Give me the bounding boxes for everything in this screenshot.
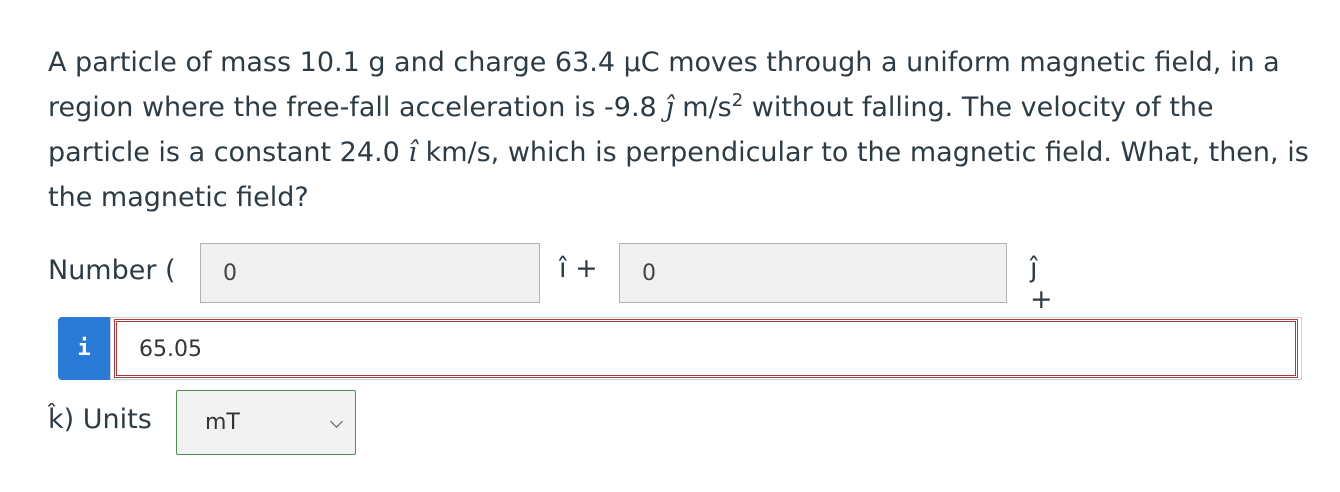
units-selected-value: mT: [205, 410, 240, 435]
question-text: A particle of mass 10.1 g and charge 63.…: [48, 40, 1318, 220]
j-hat-symbol: ĵ: [665, 92, 674, 123]
incorrect-answer-highlight: [114, 319, 1298, 378]
i-component-input[interactable]: 0: [200, 243, 540, 303]
i-hat-plus-label: î +: [559, 253, 598, 284]
i-hat-symbol: î: [408, 137, 417, 168]
k-component-row: i 65.05: [58, 317, 1302, 382]
j-component-input[interactable]: 0: [619, 243, 1007, 303]
exponent: 2: [731, 90, 744, 111]
vector-components-row: Number ( 0 î + 0 ĵ +: [48, 241, 1053, 315]
units-row: k̂) Units mT: [48, 390, 448, 456]
j-hat-plus-label: ĵ +: [1030, 253, 1053, 315]
question-part-2: m/s: [673, 92, 732, 123]
number-label: Number (: [48, 255, 176, 286]
units-select[interactable]: mT: [176, 390, 356, 455]
units-label: k̂) Units: [48, 404, 152, 435]
chevron-down-icon: [330, 415, 343, 428]
info-icon[interactable]: i: [58, 317, 110, 380]
